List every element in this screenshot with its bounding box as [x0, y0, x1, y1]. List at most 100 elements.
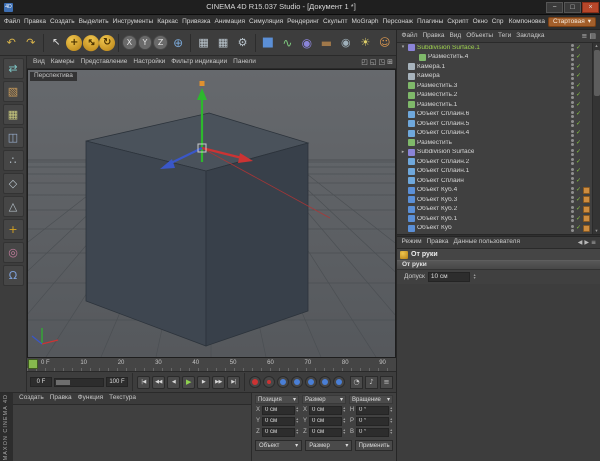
- object-row[interactable]: Камера.1 ✓: [397, 62, 592, 72]
- layout-label[interactable]: Компоновка: [509, 18, 545, 26]
- menu-item[interactable]: Создать: [48, 18, 77, 26]
- menu-item[interactable]: Правка: [22, 18, 48, 26]
- object-name[interactable]: Объект Куб.2: [417, 206, 457, 213]
- floor-icon[interactable]: ▬: [317, 32, 335, 53]
- enabled-check-icon[interactable]: ✓: [576, 111, 581, 117]
- object-row[interactable]: Объект Сплайн.6 ✓: [397, 110, 592, 120]
- material-list-area[interactable]: [13, 405, 251, 461]
- object-row[interactable]: Объект Сплайн.5 ✓: [397, 119, 592, 129]
- menu-item[interactable]: Симуляция: [247, 18, 285, 26]
- enabled-check-icon[interactable]: ✓: [576, 158, 581, 165]
- scroll-down-icon[interactable]: ▼: [595, 228, 599, 234]
- object-manager-menu-item[interactable]: Правка: [420, 32, 447, 40]
- scrollbar-thumb[interactable]: [593, 50, 600, 96]
- enabled-check-icon[interactable]: ✓: [576, 92, 581, 98]
- texture-tag-icon[interactable]: [583, 215, 590, 223]
- autokeying-button[interactable]: [263, 376, 275, 388]
- record-scale-toggle[interactable]: [291, 376, 303, 388]
- object-name[interactable]: Разместить.4: [428, 54, 468, 61]
- object-name[interactable]: Объект Сплайн.6: [417, 111, 469, 118]
- object-manager-menu-item[interactable]: Закладка: [514, 32, 547, 40]
- enabled-check-icon[interactable]: ✓: [576, 73, 581, 79]
- object-name[interactable]: Разместить.2: [417, 92, 457, 99]
- attribute-manager-tab[interactable]: Режим: [399, 239, 424, 246]
- object-row[interactable]: Объект Куб.2 ✓: [397, 205, 592, 215]
- tolerance-field[interactable]: 10 см: [427, 272, 470, 282]
- object-row[interactable]: Разместить ✓: [397, 138, 592, 148]
- object-manager-menu-item[interactable]: Теги: [496, 32, 514, 40]
- stepper-icon[interactable]: ▲ ▼: [390, 428, 393, 436]
- attribute-nav-icon[interactable]: ◀: [578, 239, 583, 246]
- undo-icon[interactable]: ↶: [2, 32, 20, 53]
- object-name[interactable]: Subdivision Surface: [417, 149, 474, 156]
- menu-item[interactable]: Каркас: [155, 18, 180, 26]
- range-slider[interactable]: [54, 377, 104, 387]
- menu-item[interactable]: Скрипт: [445, 18, 470, 26]
- stepper-icon[interactable]: ▲ ▼: [473, 273, 476, 281]
- material-menu-item[interactable]: Текстура: [106, 395, 139, 402]
- stepper-icon[interactable]: ▲ ▼: [296, 428, 299, 436]
- object-name[interactable]: Объект Сплайн: [417, 178, 464, 185]
- scroll-up-icon[interactable]: ▲: [595, 43, 599, 49]
- enabled-check-icon[interactable]: ✓: [576, 187, 581, 193]
- maximize-button[interactable]: □: [564, 1, 581, 13]
- add-cube-icon[interactable]: ■: [259, 32, 277, 53]
- stepper-icon[interactable]: ▲ ▼: [343, 406, 346, 414]
- viewport-solo-icon[interactable]: ◎: [2, 242, 24, 263]
- object-row[interactable]: Объект Куб.4 ✓: [397, 186, 592, 196]
- light-icon[interactable]: ☀: [356, 32, 374, 53]
- visibility-dots-icon[interactable]: [570, 215, 574, 223]
- visibility-dots-icon[interactable]: [570, 91, 574, 99]
- visibility-dots-icon[interactable]: [570, 148, 574, 156]
- visibility-dots-icon[interactable]: [570, 205, 574, 213]
- enabled-check-icon[interactable]: ✓: [576, 225, 581, 231]
- cube-object[interactable]: [85, 112, 310, 347]
- texture-tag-icon[interactable]: [583, 196, 590, 204]
- character-icon[interactable]: ☺: [376, 32, 394, 53]
- viewport-layout-icon[interactable]: ◱: [370, 58, 377, 66]
- next-key-button[interactable]: ▶▶: [212, 375, 225, 389]
- timeline-option-icon[interactable]: ≡: [380, 375, 393, 389]
- object-row[interactable]: Разместить.1 ✓: [397, 100, 592, 110]
- enable-axis-icon[interactable]: +: [2, 219, 24, 240]
- x-axis-lock-icon[interactable]: X: [121, 35, 137, 50]
- viewport-label[interactable]: Перспектива: [30, 72, 77, 81]
- size-mode-dropdown[interactable]: Размер ▾: [305, 440, 353, 451]
- enabled-check-icon[interactable]: ✓: [576, 215, 581, 222]
- object-name[interactable]: Разместить: [417, 140, 452, 147]
- stepper-icon[interactable]: ▲ ▼: [296, 406, 299, 414]
- visibility-dots-icon[interactable]: [570, 224, 574, 232]
- timeline-option-icon[interactable]: ♪: [365, 375, 378, 389]
- timeline-option-icon[interactable]: ◔: [350, 375, 363, 389]
- camera-icon[interactable]: ◉: [337, 32, 355, 53]
- visibility-dots-icon[interactable]: [570, 82, 574, 90]
- subdivision-surface-icon[interactable]: ◉: [298, 32, 316, 53]
- render-settings-icon[interactable]: ⚙: [233, 32, 251, 53]
- viewport-layout-icon[interactable]: ⊞: [387, 58, 393, 66]
- object-manager-scrollbar[interactable]: ▲ ▼: [592, 43, 600, 234]
- play-button[interactable]: ▶: [182, 375, 195, 389]
- object-name[interactable]: Объект Куб.1: [417, 216, 457, 223]
- position-y-field[interactable]: 0 см: [262, 416, 295, 426]
- rotate-tool-icon[interactable]: ↻: [99, 34, 116, 51]
- object-name[interactable]: Объект Куб.4: [417, 187, 457, 194]
- visibility-dots-icon[interactable]: [570, 139, 574, 147]
- visibility-dots-icon[interactable]: [570, 177, 574, 185]
- object-name[interactable]: Камера.1: [417, 64, 445, 71]
- menu-item[interactable]: MoGraph: [349, 18, 380, 26]
- record-rotation-toggle[interactable]: [305, 376, 317, 388]
- record-keyframe-button[interactable]: [249, 376, 261, 388]
- object-row[interactable]: Объект Куб ✓: [397, 224, 592, 234]
- viewport-menu-item[interactable]: Вид: [30, 58, 48, 66]
- panel-option-icon[interactable]: ≡: [582, 32, 588, 40]
- stepper-icon[interactable]: ▲ ▼: [390, 417, 393, 425]
- workplane-mode-icon[interactable]: ◫: [2, 127, 24, 148]
- object-name[interactable]: Объект Куб: [417, 225, 452, 232]
- edges-mode-icon[interactable]: ◇: [2, 173, 24, 194]
- goto-start-button[interactable]: |◀: [137, 375, 150, 389]
- size-y-field[interactable]: 0 см: [309, 416, 342, 426]
- enabled-check-icon[interactable]: ✓: [576, 168, 581, 174]
- attribute-nav-icon[interactable]: ≡: [591, 239, 596, 246]
- viewport-layout-icon[interactable]: ◳: [379, 58, 386, 66]
- enabled-check-icon[interactable]: ✓: [576, 63, 581, 70]
